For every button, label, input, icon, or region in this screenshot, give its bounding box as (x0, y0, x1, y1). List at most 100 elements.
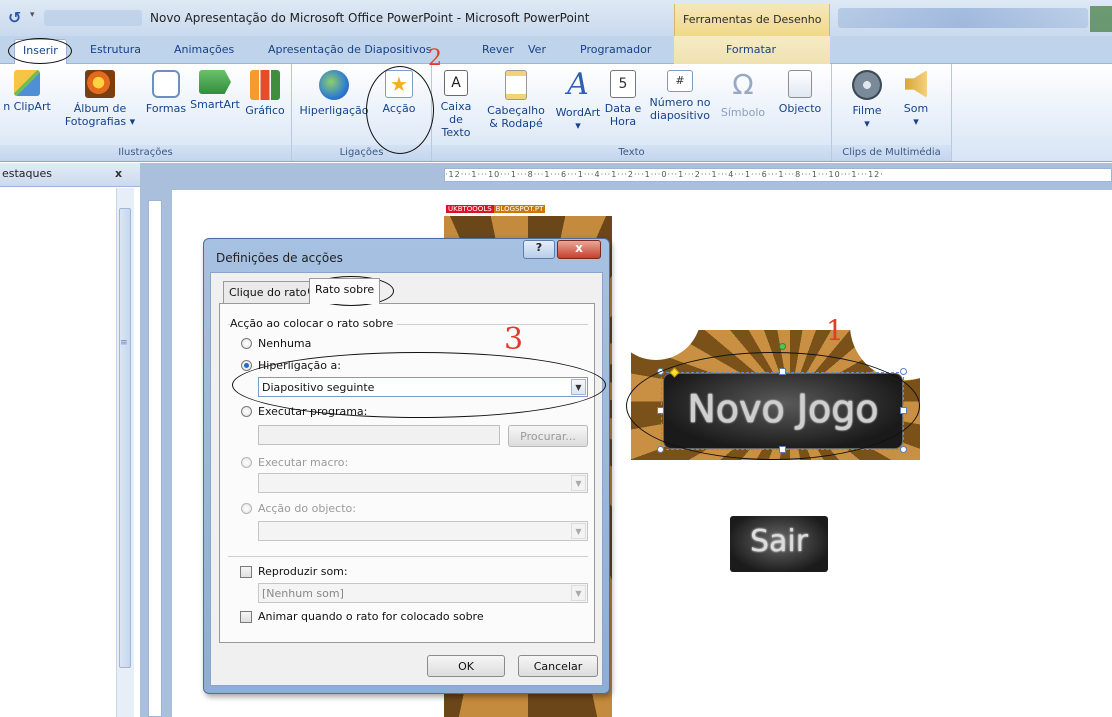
label-executar-macro: Executar macro: (258, 456, 349, 469)
program-path-input[interactable] (258, 425, 500, 445)
clipart-icon (14, 70, 40, 96)
rotate-handle[interactable] (779, 343, 786, 350)
smartart-icon (199, 70, 231, 94)
ribbon: n ClipArt Álbum de Fotografias ▾ Formas … (0, 64, 1112, 162)
window-controls-blurred (1090, 6, 1112, 32)
object-icon (788, 70, 812, 98)
separator (228, 556, 588, 557)
annotation-circle-inserir (8, 38, 72, 64)
undo-icon[interactable]: ↺ (8, 8, 30, 28)
group-ilustracoes: n ClipArt Álbum de Fotografias ▾ Formas … (0, 64, 292, 161)
object-button[interactable]: Objecto (772, 70, 828, 115)
calendar-icon: 5 (610, 70, 636, 98)
speaker-icon (905, 70, 927, 98)
contextual-tab-title: Ferramentas de Desenho (674, 4, 830, 36)
sound-select[interactable]: [Nenhum som] ▼ (258, 583, 588, 603)
title-bar: ↺ ▾ Novo Apresentação do Microsoft Offic… (0, 0, 1112, 36)
object-action-select[interactable]: ▼ (258, 521, 588, 541)
procurar-button[interactable]: Procurar... (508, 425, 588, 447)
dialog-title: Definições de acções (216, 251, 343, 265)
ok-button[interactable]: OK (427, 655, 505, 677)
chevron-down-icon[interactable]: ▼ (571, 523, 586, 539)
vertical-ruler (148, 200, 162, 717)
slide-number-icon: # (667, 70, 693, 92)
section-label: Acção ao colocar o rato sobre (230, 317, 398, 330)
tab-programador[interactable]: Programador (580, 43, 651, 56)
omega-icon: Ω (732, 68, 754, 101)
header-footer-icon (505, 70, 527, 100)
label-nenhuma: Nenhuma (258, 337, 312, 350)
cancelar-button[interactable]: Cancelar (518, 655, 598, 677)
radio-executar-programa[interactable] (241, 406, 252, 417)
sair-button[interactable]: Sair (730, 516, 828, 572)
annotation-circle-hiperligacao (232, 352, 606, 418)
textbox-button[interactable]: A Caixa de Texto (436, 70, 476, 139)
radio-executar-macro[interactable] (241, 457, 252, 468)
blog-watermark: UKBTOOOLS BLOGSPOT.PT (446, 205, 546, 213)
label-reproduzir-som: Reproduzir som: (258, 565, 348, 578)
radio-hiperligacao[interactable] (241, 360, 252, 371)
globe-link-icon (319, 70, 349, 100)
sound-button[interactable]: Som ▾ (894, 70, 938, 128)
checkbox-animar[interactable] (240, 611, 252, 623)
quick-access-dropdown-icon[interactable]: ▾ (30, 10, 35, 20)
movie-button[interactable]: Filme ▾ (842, 70, 892, 130)
smartart-button[interactable]: SmartArt (188, 70, 242, 111)
group-texto: A Caixa de Texto Cabeçalho & Rodapé A Wo… (432, 64, 832, 161)
hyperlink-button[interactable]: Hiperligação (298, 70, 370, 117)
annotation-number-3: 3 (504, 322, 524, 357)
scroll-grip-icon: ≡ (120, 338, 128, 348)
tab-animacoes[interactable]: Animações (174, 43, 234, 56)
slides-pane (0, 188, 116, 717)
dialog-close-button[interactable]: x (557, 240, 601, 259)
radio-nenhuma[interactable] (241, 338, 252, 349)
chevron-down-icon[interactable]: ▼ (571, 475, 586, 491)
chart-button[interactable]: Gráfico (242, 70, 288, 117)
chart-icon (250, 70, 280, 100)
dialog-help-button[interactable]: ? (523, 240, 555, 259)
window-title: Novo Apresentação do Microsoft Office Po… (150, 11, 590, 25)
tab-formatar[interactable]: Formatar (726, 43, 776, 56)
tab-ver[interactable]: Ver (528, 43, 546, 56)
tab-rato-sobre[interactable]: Rato sobre (309, 278, 381, 304)
pane-scroll-thumb[interactable] (119, 208, 131, 668)
resize-handle-tr[interactable] (900, 368, 907, 375)
tab-clique-do-rato[interactable]: Clique do rato (223, 281, 313, 303)
shapes-button[interactable]: Formas (144, 70, 188, 115)
photo-album-icon (85, 70, 115, 98)
horizontal-ruler: ·12···1···10···1···8···1···6···1···4···1… (444, 168, 1112, 182)
tab-apresentacao[interactable]: Apresentação de Diapositivos (268, 43, 431, 56)
pane-scrollbar[interactable]: ≡ (116, 188, 134, 717)
slide-number-button[interactable]: # Número no diapositivo (646, 70, 714, 122)
tab-estrutura[interactable]: Estrutura (90, 43, 141, 56)
group-clips-multimedia: Filme ▾ Som ▾ Clips de Multimédia (832, 64, 952, 161)
film-reel-icon (852, 70, 882, 100)
photo-album-button[interactable]: Álbum de Fotografias ▾ (60, 70, 140, 128)
tab-rever[interactable]: Rever (482, 43, 514, 56)
annotation-number-2: 2 (428, 46, 442, 71)
pane-close-icon[interactable]: x (115, 167, 122, 180)
wordart-button[interactable]: A WordArt ▾ (554, 67, 602, 133)
textbox-icon: A (444, 70, 468, 96)
resize-handle-bl[interactable] (657, 446, 664, 453)
checkbox-reproduzir-som[interactable] (240, 566, 252, 578)
slides-pane-header: estaques x (0, 163, 140, 187)
symbol-button[interactable]: Ω Símbolo (718, 68, 768, 120)
annotation-number-1: 1 (826, 314, 844, 347)
chevron-down-icon[interactable]: ▼ (571, 585, 586, 601)
radio-accao-objecto[interactable] (241, 503, 252, 514)
pane-tab-destaques[interactable]: estaques (0, 167, 52, 180)
annotation-circle-accao (366, 66, 434, 154)
clipart-button[interactable]: n ClipArt (2, 70, 52, 113)
resize-handle-br[interactable] (900, 446, 907, 453)
header-footer-button[interactable]: Cabeçalho & Rodapé (486, 70, 546, 130)
label-animar: Animar quando o rato for colocado sobre (258, 610, 484, 623)
date-time-button[interactable]: 5 Data e Hora (604, 70, 642, 128)
macro-select[interactable]: ▼ (258, 473, 588, 493)
label-accao-objecto: Acção do objecto: (258, 502, 356, 515)
ribbon-tabs: Inserir Estrutura Animações Apresentação… (0, 36, 1112, 65)
window-area-blurred (838, 8, 1088, 28)
wordart-icon: A (567, 67, 589, 102)
quick-access-toolbar (44, 10, 142, 26)
shapes-icon (152, 70, 180, 98)
